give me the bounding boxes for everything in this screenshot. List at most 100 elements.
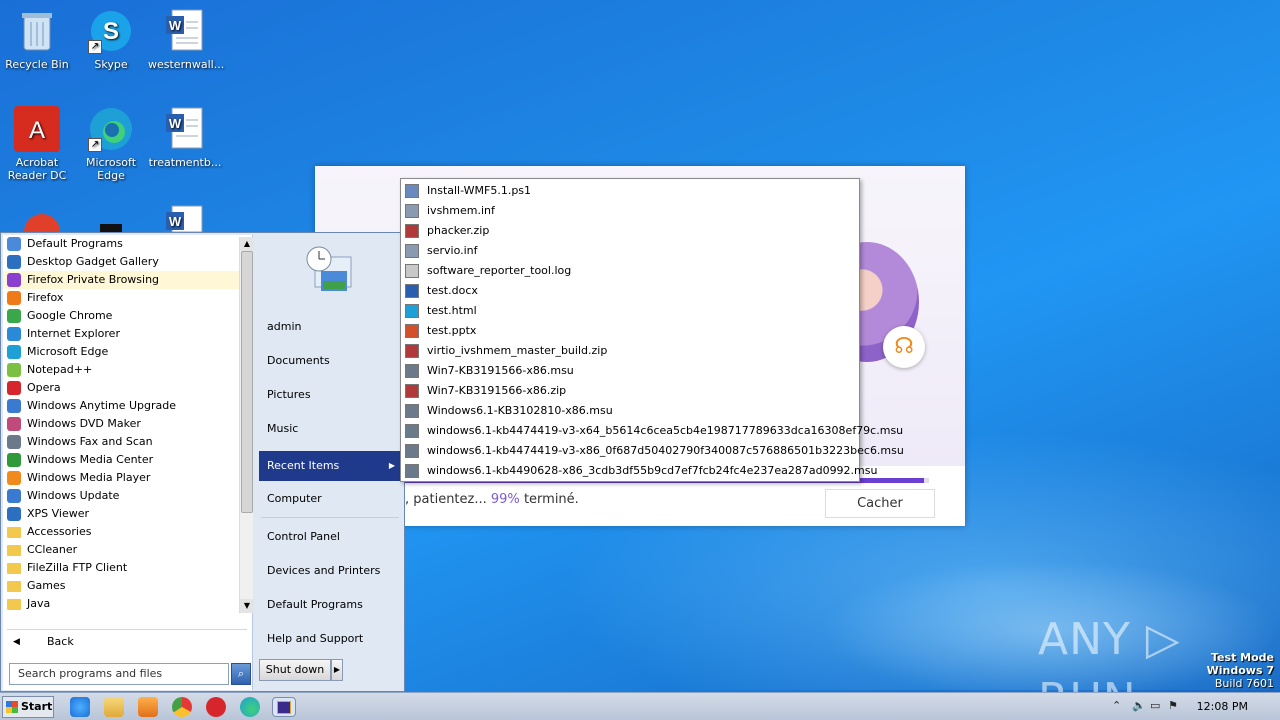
recent-item[interactable]: windows6.1-kb4474419-v3-x86_0f687d504027… xyxy=(401,441,904,461)
shutdown-button[interactable]: Shut down xyxy=(259,659,331,681)
media-player-icon[interactable] xyxy=(138,697,158,717)
program-icon xyxy=(7,237,21,251)
desktop-icon-label: Acrobat Reader DC xyxy=(7,156,67,182)
file-icon xyxy=(405,324,419,338)
desktop-icon-acrobat[interactable]: A Acrobat Reader DC xyxy=(0,106,74,182)
program-item[interactable]: Windows DVD Maker xyxy=(3,415,239,433)
start-button[interactable]: Start xyxy=(2,696,54,718)
shutdown-options-arrow-icon[interactable]: ▶ xyxy=(331,659,343,681)
installer-task-icon[interactable] xyxy=(272,697,296,717)
program-item[interactable]: Internet Explorer xyxy=(3,325,239,343)
recent-item[interactable]: test.pptx xyxy=(401,321,859,341)
program-item[interactable]: Accessories xyxy=(3,523,239,541)
scrollbar[interactable]: ▲ ▼ xyxy=(239,237,254,613)
desktop-icon-edge[interactable]: ↗ Microsoft Edge xyxy=(74,106,148,182)
edge-icon[interactable] xyxy=(240,697,260,717)
internet-explorer-icon[interactable] xyxy=(70,697,90,717)
start-item-user[interactable]: admin xyxy=(259,313,401,341)
program-item[interactable]: Desktop Gadget Gallery xyxy=(3,253,239,271)
file-icon xyxy=(405,184,419,198)
action-center-flag-icon[interactable]: ⚑ xyxy=(1168,699,1178,712)
divider xyxy=(7,629,247,630)
clock[interactable]: 12:08 PM xyxy=(1197,700,1248,713)
program-item[interactable]: Games xyxy=(3,577,239,595)
recent-item[interactable]: Windows6.1-KB3102810-x86.msu xyxy=(401,401,859,421)
search-icon[interactable]: ⌕ xyxy=(231,663,251,685)
recent-item[interactable]: virtio_ivshmem_master_build.zip xyxy=(401,341,859,361)
desktop-icon-treatmentb[interactable]: W treatmentb... xyxy=(148,106,222,169)
file-explorer-icon[interactable] xyxy=(104,697,124,717)
desktop-icon-skype[interactable]: S ↗ Skype xyxy=(74,8,148,71)
recent-item-label: Windows6.1-KB3102810-x86.msu xyxy=(427,404,613,417)
program-item[interactable]: Firefox Private Browsing xyxy=(3,271,239,289)
folder-icon xyxy=(7,563,21,574)
start-item-control-panel[interactable]: Control Panel xyxy=(259,523,401,551)
program-item[interactable]: Firefox xyxy=(3,289,239,307)
program-label: Windows Media Player xyxy=(27,471,151,484)
recent-item[interactable]: Win7-KB3191566-x86.msu xyxy=(401,361,859,381)
file-icon xyxy=(405,344,419,358)
recent-item[interactable]: phacker.zip xyxy=(401,221,859,241)
program-item[interactable]: Windows Media Player xyxy=(3,469,239,487)
recent-item[interactable]: windows6.1-kb4490628-x86_3cdb3df55b9cd7e… xyxy=(401,461,877,481)
scroll-thumb[interactable] xyxy=(241,251,253,513)
program-item[interactable]: CCleaner xyxy=(3,541,239,559)
recent-item[interactable]: test.html xyxy=(401,301,859,321)
all-programs-list: Default Programs Desktop Gadget Gallery Fi… xyxy=(3,235,239,613)
program-item[interactable]: Java xyxy=(3,595,239,613)
program-label: Internet Explorer xyxy=(27,327,120,340)
scroll-down-icon[interactable]: ▼ xyxy=(240,599,254,613)
program-label: Google Chrome xyxy=(27,309,113,322)
scroll-up-icon[interactable]: ▲ xyxy=(240,237,254,251)
start-item-pictures[interactable]: Pictures xyxy=(259,381,401,409)
back-arrow-icon: ◀ xyxy=(13,637,20,647)
user-picture[interactable] xyxy=(301,241,357,299)
recent-item[interactable]: ivshmem.inf xyxy=(401,201,859,221)
program-item[interactable]: Windows Fax and Scan xyxy=(3,433,239,451)
program-label: CCleaner xyxy=(27,543,78,556)
program-item[interactable]: Windows Anytime Upgrade xyxy=(3,397,239,415)
program-label: Firefox Private Browsing xyxy=(27,273,160,286)
start-item-default-programs[interactable]: Default Programs xyxy=(259,591,401,619)
program-item[interactable]: Notepad++ xyxy=(3,361,239,379)
start-item-computer[interactable]: Computer xyxy=(259,485,401,513)
chrome-icon[interactable] xyxy=(172,697,192,717)
hide-button[interactable]: Cacher xyxy=(825,489,935,518)
recent-item-label: test.html xyxy=(427,304,477,317)
recent-item[interactable]: software_reporter_tool.log xyxy=(401,261,859,281)
opera-icon[interactable] xyxy=(206,697,226,717)
recent-item[interactable]: test.docx xyxy=(401,281,859,301)
program-item[interactable]: Windows Update xyxy=(3,487,239,505)
recent-item-label: Win7-KB3191566-x86.msu xyxy=(427,364,574,377)
desktop-icon-recycle-bin[interactable]: Recycle Bin xyxy=(0,8,74,71)
program-item[interactable]: XPS Viewer xyxy=(3,505,239,523)
word-document-icon: W xyxy=(162,106,208,152)
headset-support-icon[interactable]: ☊ xyxy=(883,326,925,368)
network-icon[interactable]: ▭ xyxy=(1150,699,1160,712)
program-label: Windows Media Center xyxy=(27,453,154,466)
start-item-documents[interactable]: Documents xyxy=(259,347,401,375)
chevron-right-icon: ▶ xyxy=(388,461,395,470)
start-menu-right-pane: admin Documents Pictures Music Recent It… xyxy=(257,235,403,690)
program-label: Opera xyxy=(27,381,61,394)
recent-item[interactable]: windows6.1-kb4474419-v3-x64_b5614c6cea5c… xyxy=(401,421,903,441)
recent-item[interactable]: Install-WMF5.1.ps1 xyxy=(401,181,859,201)
program-item[interactable]: FileZilla FTP Client xyxy=(3,559,239,577)
volume-icon[interactable]: 🔈 xyxy=(1132,699,1146,712)
program-item[interactable]: Microsoft Edge xyxy=(3,343,239,361)
start-item-help-support[interactable]: Help and Support xyxy=(259,625,401,653)
desktop-icon-westernwall[interactable]: W westernwall... xyxy=(148,8,224,71)
recent-item[interactable]: Win7-KB3191566-x86.zip xyxy=(401,381,859,401)
program-item[interactable]: Windows Media Center xyxy=(3,451,239,469)
program-item[interactable]: Google Chrome xyxy=(3,307,239,325)
back-button[interactable]: ◀ Back xyxy=(7,632,247,652)
program-item[interactable]: Opera xyxy=(3,379,239,397)
start-item-music[interactable]: Music xyxy=(259,415,401,443)
start-item-recent-items[interactable]: Recent Items ▶ xyxy=(259,451,401,481)
program-label: XPS Viewer xyxy=(27,507,90,520)
show-hidden-icons-icon[interactable]: ⌃ xyxy=(1112,699,1121,712)
recent-item[interactable]: servio.inf xyxy=(401,241,859,261)
search-input[interactable]: Search programs and files xyxy=(9,663,229,685)
start-item-devices-printers[interactable]: Devices and Printers xyxy=(259,557,401,585)
program-item[interactable]: Default Programs xyxy=(3,235,239,253)
